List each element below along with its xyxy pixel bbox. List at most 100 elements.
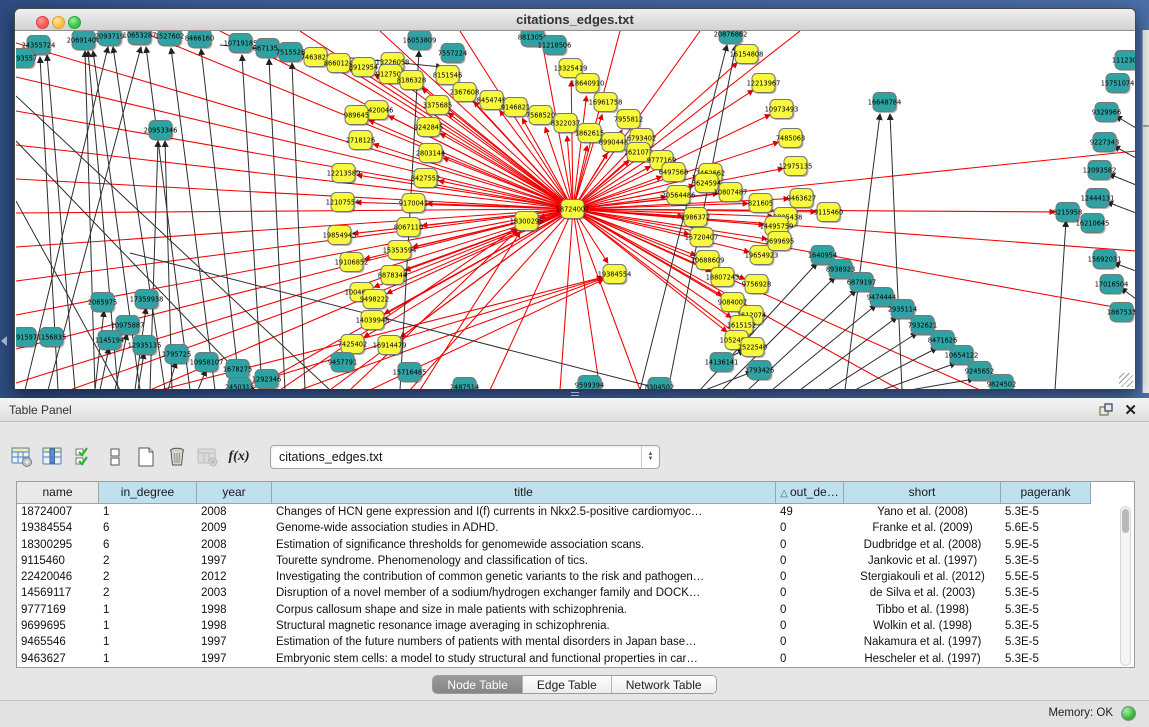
table-cell[interactable]: Tourette syndrome. Phenomenology and cla… <box>272 553 776 569</box>
graph-node[interactable]: 9170041 <box>399 194 428 215</box>
table-cell[interactable]: 1 <box>99 602 197 618</box>
table-cell[interactable]: 5.9E-5 <box>1001 537 1091 553</box>
graph-node[interactable]: 9599394 <box>575 376 604 390</box>
graph-node[interactable]: 9699695 <box>765 232 794 253</box>
graph-node[interactable]: 1527602 <box>155 31 184 47</box>
table-selector-dropdown[interactable]: citations_edges.txt ▲▼ <box>270 445 660 469</box>
tab-network-table[interactable]: Network Table <box>612 676 716 693</box>
graph-node[interactable]: 10958107 <box>190 353 224 374</box>
panel-divider-grip[interactable] <box>571 392 579 396</box>
function-builder-button[interactable]: f(x) <box>225 442 253 472</box>
graph-node[interactable]: 16154808 <box>730 45 764 66</box>
table-cell[interactable]: 0 <box>776 585 844 601</box>
panel-collapse-arrow[interactable] <box>1 336 7 346</box>
table-cell[interactable]: 1 <box>99 634 197 650</box>
row-height-button[interactable] <box>101 442 129 472</box>
graph-node[interactable]: 16961758 <box>589 93 623 114</box>
graph-node[interactable]: 1867533 <box>1107 303 1135 324</box>
table-cell[interactable]: 22420046 <box>17 569 99 585</box>
table-cell[interactable]: 14569117 <box>17 585 99 601</box>
table-cell[interactable]: 0 <box>776 602 844 618</box>
table-cell[interactable]: 0 <box>776 651 844 667</box>
graph-node[interactable]: 3375685 <box>423 96 452 117</box>
tab-edge-table[interactable]: Edge Table <box>523 676 612 693</box>
table-settings-button[interactable] <box>8 442 36 472</box>
show-columns-button[interactable] <box>39 442 67 472</box>
table-cell[interactable]: 9463627 <box>17 651 99 667</box>
table-cell[interactable]: 2003 <box>197 585 272 601</box>
close-traffic-light[interactable] <box>36 16 49 29</box>
graph-node[interactable]: 9824502 <box>987 375 1016 390</box>
graph-node[interactable]: 1678275 <box>223 360 252 381</box>
table-cell[interactable]: Structural magnetic resonance image aver… <box>272 618 776 634</box>
table-cell[interactable]: 5.5E-5 <box>1001 569 1091 585</box>
table-cell[interactable]: 1 <box>99 504 197 520</box>
table-cell[interactable]: 5.3E-5 <box>1001 553 1091 569</box>
graph-node[interactable]: 15692031 <box>1088 250 1122 271</box>
minimize-traffic-light[interactable] <box>52 16 65 29</box>
graph-node[interactable]: 8912954 <box>349 58 378 79</box>
graph-node[interactable]: 15751074 <box>1101 74 1135 95</box>
table-cell[interactable]: 2012 <box>197 569 272 585</box>
graph-node[interactable]: 2093719 <box>95 31 124 47</box>
table-cell[interactable]: 6 <box>99 520 197 536</box>
column-header-title[interactable]: title <box>272 482 776 504</box>
graph-node[interactable]: 9227343 <box>1090 133 1119 154</box>
graph-node[interactable]: 10653287 <box>123 31 157 46</box>
graph-node[interactable]: 9463627 <box>787 189 816 210</box>
table-cell[interactable]: 5.3E-5 <box>1001 602 1091 618</box>
table-row[interactable]: 1456911722003Disruption of a novel membe… <box>17 585 1134 601</box>
graph-node[interactable]: 12444131 <box>1081 189 1115 210</box>
table-cell[interactable]: 19384554 <box>17 520 99 536</box>
table-cell[interactable]: 1 <box>99 651 197 667</box>
table-cell[interactable]: 1998 <box>197 618 272 634</box>
table-cell[interactable]: Disruption of a novel member of a sodium… <box>272 585 776 601</box>
graph-node[interactable]: 9242845 <box>414 118 443 139</box>
graph-node[interactable]: 391597 <box>16 328 38 349</box>
graph-node[interactable]: 19384554 <box>598 265 632 286</box>
citation-network-graph[interactable]: 1872400774638228660124891295413226058912… <box>16 31 1135 389</box>
table-cell[interactable]: Wolkin et al. (1998) <box>844 618 1001 634</box>
graph-node[interactable]: 9115460 <box>814 203 843 224</box>
table-cell[interactable]: 5.3E-5 <box>1001 585 1091 601</box>
table-cell[interactable]: 5.3E-5 <box>1001 504 1091 520</box>
graph-node[interactable]: 9756928 <box>742 275 771 296</box>
graph-node[interactable]: 7425402 <box>338 335 367 356</box>
graph-node[interactable]: 9457791 <box>328 353 357 374</box>
table-row[interactable]: 1830029562008Estimation of significance … <box>17 537 1134 553</box>
graph-node[interactable]: 1795725 <box>162 345 191 366</box>
graph-node[interactable]: 15353594 <box>383 241 417 262</box>
graph-node[interactable]: 20564486 <box>662 186 696 207</box>
table-scrollbar[interactable] <box>1120 506 1131 666</box>
graph-node[interactable]: 7485063 <box>776 129 805 150</box>
table-cell[interactable]: Stergiakouli et al. (2012) <box>844 569 1001 585</box>
tab-node-table[interactable]: Node Table <box>433 676 523 693</box>
table-cell[interactable]: Genome-wide association studies in ADHD. <box>272 520 776 536</box>
table-cell[interactable]: 0 <box>776 553 844 569</box>
graph-node[interactable]: 7515526 <box>276 43 305 64</box>
table-row[interactable]: 911546021997Tourette syndrome. Phenomeno… <box>17 553 1134 569</box>
table-row[interactable]: 1872400712008Changes of HCN gene express… <box>17 504 1134 520</box>
table-row[interactable]: 946554611997Estimation of the future num… <box>17 634 1134 650</box>
graph-node[interactable]: 8878344 <box>378 266 407 287</box>
graph-node[interactable]: 7955812 <box>614 110 643 131</box>
table-cell[interactable]: 9465546 <box>17 634 99 650</box>
table-cell[interactable]: 2 <box>99 553 197 569</box>
column-header-in_degree[interactable]: in_degree <box>99 482 197 504</box>
table-cell[interactable]: Yano et al. (2008) <box>844 504 1001 520</box>
table-cell[interactable]: Corpus callosum shape and size in male p… <box>272 602 776 618</box>
graph-node[interactable]: 2450312 <box>225 378 254 390</box>
graph-node[interactable]: 9498222 <box>360 290 389 311</box>
table-cell[interactable]: 18724007 <box>17 504 99 520</box>
table-cell[interactable]: 0 <box>776 520 844 536</box>
graph-node[interactable]: 12093582 <box>1083 161 1117 182</box>
graph-node[interactable]: 12975135 <box>779 157 813 178</box>
table-row[interactable]: 977716911998Corpus callosum shape and si… <box>17 602 1134 618</box>
table-cell[interactable]: 1997 <box>197 651 272 667</box>
float-panel-icon[interactable] <box>1099 403 1113 417</box>
table-cell[interactable]: 1997 <box>197 634 272 650</box>
column-header-pagerank[interactable]: pagerank <box>1001 482 1091 504</box>
graph-node[interactable]: 10973493 <box>765 100 799 121</box>
table-row[interactable]: 969969511998Structural magnetic resonanc… <box>17 618 1134 634</box>
table-cell[interactable]: Dudbridge et al. (2008) <box>844 537 1001 553</box>
